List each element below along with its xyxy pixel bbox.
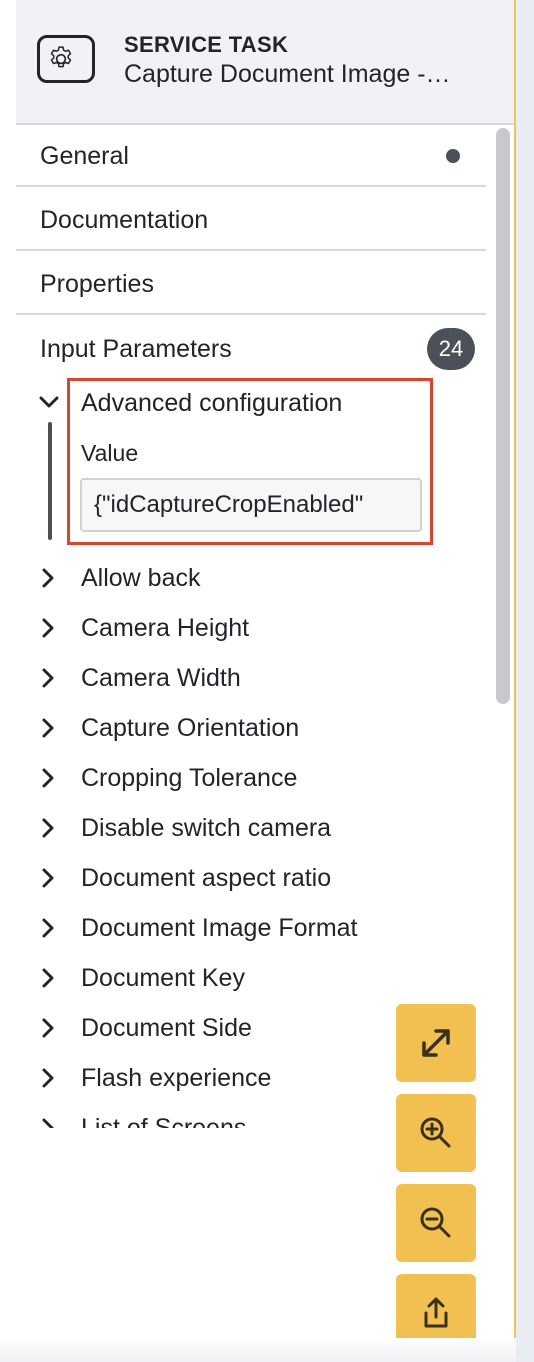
parameter-label: Document Image Format: [81, 914, 358, 942]
chevron-right-icon[interactable]: [40, 917, 56, 939]
zoom-in-icon: [420, 1117, 451, 1148]
panel-header: SERVICE TASK Capture Document Image -…: [16, 0, 514, 125]
chevron-right-icon[interactable]: [40, 717, 56, 739]
chevron-down-icon[interactable]: [38, 394, 60, 410]
parameter-label: Capture Orientation: [81, 714, 300, 742]
share-icon: [424, 1297, 448, 1328]
parameter-label: Document Side: [81, 1014, 252, 1042]
bottom-edge: [0, 1338, 516, 1362]
parameter-label: Document aspect ratio: [81, 864, 332, 892]
chevron-right-icon[interactable]: [40, 667, 56, 689]
data-indicator-dot: [446, 149, 460, 163]
element-name: Capture Document Image -…: [124, 60, 451, 88]
service-task-icon: [37, 35, 95, 83]
value-label: Value: [81, 440, 139, 466]
list-item[interactable]: Camera Height: [16, 602, 486, 652]
group-input-parameters-label: Input Parameters: [40, 335, 232, 363]
parameter-label: Cropping Tolerance: [81, 764, 298, 792]
list-item[interactable]: Document Image Format: [16, 902, 486, 952]
chevron-right-icon[interactable]: [40, 567, 56, 589]
gear-icon: [50, 46, 72, 68]
chevron-right-icon[interactable]: [40, 1017, 56, 1039]
list-item[interactable]: Document Key: [16, 952, 486, 1002]
canvas-background: [516, 0, 534, 1362]
parameter-label: Document Key: [81, 964, 245, 992]
list-item[interactable]: Disable switch camera: [16, 802, 486, 852]
chevron-right-icon[interactable]: [40, 1067, 56, 1089]
parameter-label: List of Screens: [81, 1114, 247, 1128]
expand-icon: [422, 1029, 450, 1057]
expanded-indicator-line: [48, 422, 52, 540]
group-properties-label: Properties: [40, 270, 154, 298]
properties-panel: SERVICE TASK Capture Document Image -… G…: [16, 0, 514, 1128]
scrollbar-thumb[interactable]: [496, 128, 510, 704]
list-item[interactable]: Capture Orientation: [16, 702, 486, 752]
group-documentation[interactable]: Documentation: [16, 189, 486, 251]
chevron-right-icon[interactable]: [40, 617, 56, 639]
parameter-label: Allow back: [81, 564, 201, 592]
list-item[interactable]: Document aspect ratio: [16, 852, 486, 902]
list-item[interactable]: Allow back: [16, 552, 486, 602]
parameter-label: Camera Width: [81, 664, 241, 692]
value-input[interactable]: [80, 478, 422, 532]
zoom-out-icon: [420, 1207, 451, 1238]
list-item[interactable]: Camera Width: [16, 652, 486, 702]
chevron-right-icon[interactable]: [40, 817, 56, 839]
chevron-right-icon[interactable]: [40, 967, 56, 989]
list-item[interactable]: Cropping Tolerance: [16, 752, 486, 802]
chevron-right-icon[interactable]: [40, 867, 56, 889]
chevron-right-icon[interactable]: [40, 767, 56, 789]
parameter-label: Camera Height: [81, 614, 250, 642]
fit-viewport-button[interactable]: [396, 1004, 476, 1082]
element-type-label: SERVICE TASK: [124, 32, 289, 57]
parameter-label: Flash experience: [81, 1064, 272, 1092]
group-general[interactable]: General: [16, 125, 486, 187]
group-general-label: General: [40, 142, 129, 170]
chevron-right-icon[interactable]: [40, 1117, 56, 1128]
zoom-in-button[interactable]: [396, 1094, 476, 1172]
parameter-count-badge: 24: [427, 328, 475, 370]
zoom-out-button[interactable]: [396, 1184, 476, 1262]
group-properties[interactable]: Properties: [16, 253, 486, 315]
advanced-configuration-label[interactable]: Advanced configuration: [81, 389, 342, 418]
group-documentation-label: Documentation: [40, 206, 209, 234]
parameter-label: Disable switch camera: [81, 814, 332, 842]
